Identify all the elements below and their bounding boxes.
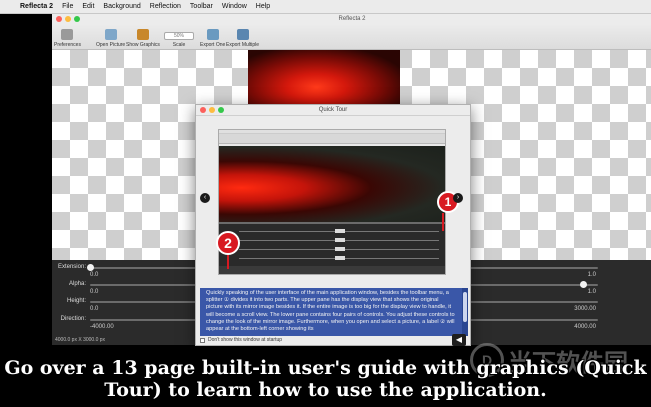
preferences-button[interactable]: Preferences	[54, 29, 81, 48]
height-min: 0.0	[90, 306, 99, 312]
menu-window[interactable]: Window	[222, 3, 247, 10]
graphics-icon	[136, 29, 149, 40]
alpha-slider-knob[interactable]	[579, 281, 587, 288]
export-multiple-button[interactable]: Export Multiple	[226, 29, 259, 48]
menu-bar: Reflecta 2 File Edit Background Reflecti…	[0, 0, 651, 14]
menu-toolbar[interactable]: Toolbar	[190, 3, 213, 10]
mini-slider-knob	[335, 238, 345, 242]
scale-input[interactable]: 50%	[164, 32, 194, 40]
direction-min: -4000.00	[90, 324, 114, 330]
extension-slider-knob[interactable]	[87, 264, 94, 271]
quick-tour-window-controls	[200, 107, 224, 113]
height-label: Height:	[66, 298, 86, 304]
scale-control[interactable]: 50% Scale	[164, 32, 194, 48]
close-icon[interactable]	[200, 107, 206, 113]
toolbar: Preferences Open Picture Show Graphics 5…	[52, 24, 651, 50]
show-graphics-button[interactable]: Show Graphics	[126, 29, 160, 48]
mini-status-bar	[219, 266, 445, 274]
tour-scrollbar[interactable]	[462, 288, 468, 336]
minimize-icon[interactable]	[209, 107, 215, 113]
quick-tour-title: Quick Tour	[318, 107, 348, 113]
zoom-icon[interactable]	[74, 16, 80, 22]
direction-label: Direction:	[60, 316, 86, 322]
image-size-label: 4000.0 px X 3000.0 px	[55, 337, 106, 343]
extension-min: 0.0	[90, 272, 99, 278]
export-icon	[206, 29, 219, 40]
menu-help[interactable]: Help	[256, 3, 270, 10]
tour-nav-button[interactable]: ◀	[452, 334, 466, 346]
callout-line-2	[227, 255, 229, 269]
height-max: 3000.00	[574, 306, 596, 312]
mini-toolbar	[219, 134, 445, 144]
quick-tour-titlebar: Quick Tour	[196, 105, 470, 116]
menu-reflection[interactable]: Reflection	[150, 3, 181, 10]
open-picture-button[interactable]: Open Picture	[96, 29, 125, 48]
picture-icon	[104, 29, 117, 40]
mini-slider-knob	[335, 229, 345, 233]
callout-badge-2: 2	[216, 231, 240, 255]
callout-line-1	[442, 213, 444, 231]
mini-slider-knob	[335, 247, 345, 251]
alpha-min: 0.0	[90, 289, 99, 295]
menu-edit[interactable]: Edit	[82, 3, 94, 10]
window-title: Reflecta 2	[338, 16, 366, 22]
export-one-button[interactable]: Export One	[200, 29, 225, 48]
checkbox-icon[interactable]	[200, 337, 205, 343]
extension-max: 1.0	[587, 272, 596, 278]
menu-file[interactable]: File	[62, 3, 73, 10]
mini-controls	[219, 224, 445, 266]
direction-max: 4000.00	[574, 324, 596, 330]
tour-screenshot	[218, 129, 446, 275]
menu-app[interactable]: Reflecta 2	[20, 3, 53, 10]
mini-display-view	[219, 146, 445, 222]
window-controls	[56, 16, 80, 22]
tour-description: Quickly speaking of the user interface o…	[200, 288, 462, 336]
previous-page-button[interactable]: ‹	[200, 193, 210, 203]
startup-checkbox-label: Don't show this window at startup	[208, 337, 283, 343]
scrollbar-thumb[interactable]	[463, 292, 467, 322]
gear-icon	[61, 29, 74, 40]
export-multiple-icon	[236, 29, 249, 40]
extension-label: Extension:	[57, 264, 86, 270]
startup-checkbox[interactable]: Don't show this window at startup	[200, 337, 282, 343]
alpha-label: Alpha:	[68, 281, 86, 287]
zoom-icon[interactable]	[218, 107, 224, 113]
menu-background[interactable]: Background	[103, 3, 140, 10]
minimize-icon[interactable]	[65, 16, 71, 22]
quick-tour-window: Quick Tour 2 1 ‹ › Quickly speaking of t…	[195, 104, 471, 346]
mini-slider-knob	[335, 256, 345, 260]
window-titlebar: Reflecta 2	[52, 14, 651, 24]
original-picture	[248, 50, 400, 112]
alpha-max: 1.0	[587, 289, 596, 295]
close-icon[interactable]	[56, 16, 62, 22]
next-page-button[interactable]: ›	[453, 193, 463, 203]
promo-caption: Go over a 13 page built-in user's guide …	[4, 357, 647, 401]
